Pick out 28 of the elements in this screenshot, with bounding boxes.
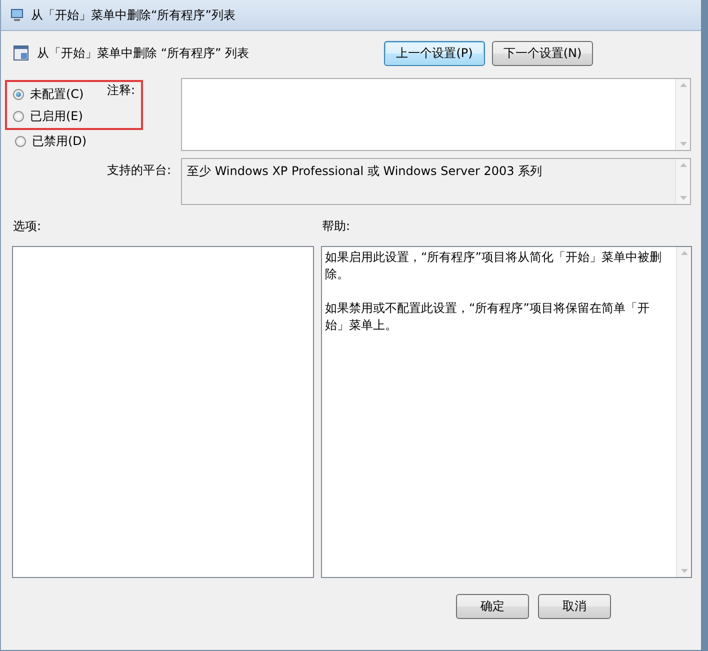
comment-label: 注释: — [107, 82, 136, 99]
setting-title: 从「开始」菜单中删除 “所有程序” 列表 — [37, 44, 250, 62]
platform-label: 支持的平台: — [107, 162, 172, 179]
scroll-down-icon[interactable] — [680, 196, 686, 200]
next-setting-button[interactable]: 下一个设置(N) — [492, 40, 593, 66]
comment-field[interactable] — [181, 78, 691, 151]
radio-button[interactable] — [13, 88, 24, 100]
options-label: 选项: — [13, 218, 42, 235]
scroll-down-icon[interactable] — [680, 569, 688, 573]
radio-label[interactable]: 未配置(C) — [30, 86, 84, 102]
previous-setting-button[interactable]: 上一个设置(P) — [384, 40, 485, 66]
ok-button[interactable]: 确定 — [456, 594, 529, 619]
help-paragraph: 如果禁用或不配置此设置，“所有程序”项目将保留在简单「开始」菜单上。 — [325, 300, 650, 334]
computer-icon — [9, 7, 25, 23]
scroll-up-icon[interactable] — [680, 251, 688, 255]
help-label: 帮助: — [322, 218, 352, 235]
window-title: 从「开始」菜单中删除“所有程序”列表 — [31, 6, 236, 24]
radio-button[interactable] — [13, 110, 24, 122]
radio-label[interactable]: 已禁用(D) — [32, 132, 87, 150]
radio-button[interactable] — [15, 136, 26, 146]
platform-text: 至少 Windows XP Professional 或 Windows Server 2003 系列 — [186, 163, 544, 180]
policy-icon — [13, 45, 29, 61]
scroll-up-icon[interactable] — [680, 83, 686, 87]
scroll-up-icon[interactable] — [680, 163, 686, 167]
radio-label[interactable]: 已启用(E) — [30, 108, 83, 124]
cancel-button[interactable]: 取消 — [538, 594, 611, 619]
help-paragraph: 如果启用此设置，“所有程序”项目将从简化「开始」菜单中被删除。 — [325, 249, 662, 283]
scroll-down-icon[interactable] — [680, 142, 686, 146]
